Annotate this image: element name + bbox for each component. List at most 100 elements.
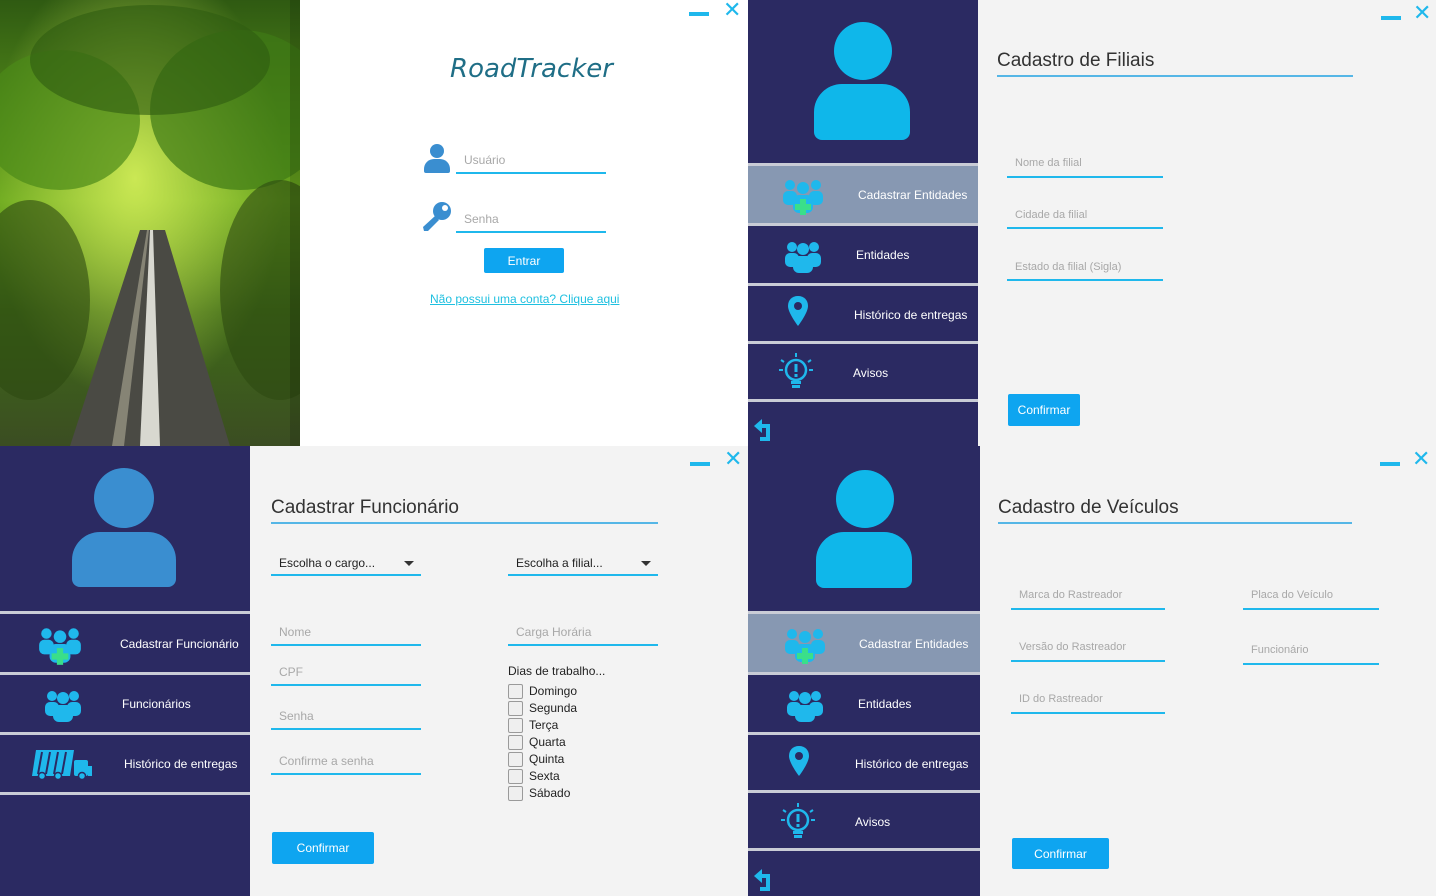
nav-label: Entidades xyxy=(858,697,912,711)
page-title: Cadastrar Funcionário xyxy=(271,497,459,518)
cpf-field[interactable]: CPF xyxy=(271,660,421,686)
funcionario-field[interactable]: Funcionário xyxy=(1243,637,1379,665)
placeholder: CPF xyxy=(279,665,303,679)
checkbox-quarta[interactable]: Quarta xyxy=(508,734,566,750)
nav-cadastrar-entidades[interactable]: Cadastrar Entidades xyxy=(748,611,980,675)
placeholder: Funcionário xyxy=(1251,644,1309,656)
funcionario-window: Cadastrar Funcionário Funcionários Histó… xyxy=(0,446,748,896)
checkbox-domingo[interactable]: Domingo xyxy=(508,683,577,699)
carga-horaria-field[interactable]: Carga Horária xyxy=(508,620,658,646)
minimize-button[interactable] xyxy=(1380,462,1400,466)
senha-field[interactable]: Senha xyxy=(271,704,421,730)
nome-filial-field[interactable]: Nome da filial xyxy=(1007,150,1163,178)
nav-label: Histórico de entregas xyxy=(855,757,969,771)
login-button[interactable]: Entrar xyxy=(484,248,564,273)
nav-label: Avisos xyxy=(855,815,891,829)
map-pin-icon xyxy=(789,746,809,780)
close-button[interactable]: ✕ xyxy=(723,0,741,22)
map-pin-icon xyxy=(788,296,808,330)
key-icon xyxy=(420,200,454,234)
filial-select[interactable]: Escolha a filial... xyxy=(508,552,658,576)
checkbox-segunda[interactable]: Segunda xyxy=(508,700,577,716)
nav-avisos[interactable]: Avisos xyxy=(748,344,978,402)
avatar xyxy=(72,468,176,587)
app-title: RoadTracker xyxy=(450,54,613,84)
nav-historico[interactable]: Histórico de entregas xyxy=(748,735,980,793)
lightbulb-icon xyxy=(778,352,814,396)
username-field[interactable]: Usuário xyxy=(456,146,606,174)
password-placeholder: Senha xyxy=(464,212,499,226)
cargo-select[interactable]: Escolha o cargo... xyxy=(271,552,421,576)
minimize-button[interactable] xyxy=(1381,16,1401,20)
placeholder: Marca do Rastreador xyxy=(1019,589,1123,601)
confirm-button[interactable]: Confirmar xyxy=(1008,394,1080,426)
chevron-down-icon xyxy=(641,561,651,566)
nav-label: Avisos xyxy=(853,366,889,380)
filiais-window: Cadastrar Entidades Entidades Histórico … xyxy=(748,0,1436,446)
marca-rastreador-field[interactable]: Marca do Rastreador xyxy=(1011,582,1165,610)
nav-funcionarios[interactable]: Funcionários xyxy=(0,675,250,735)
placeholder: ID do Rastreador xyxy=(1019,693,1103,705)
nav-cadastrar-funcionario[interactable]: Cadastrar Funcionário xyxy=(0,611,250,675)
minimize-button[interactable] xyxy=(689,12,709,16)
page-title: Cadastro de Filiais xyxy=(997,50,1155,71)
group-icon xyxy=(44,688,82,726)
confirm-button[interactable]: Confirmar xyxy=(1012,838,1109,869)
nav-label: Cadastrar Funcionário xyxy=(120,637,239,651)
checkbox-quinta[interactable]: Quinta xyxy=(508,751,564,767)
placeholder: Nome da filial xyxy=(1015,157,1082,169)
sidebar: Cadastrar Entidades Entidades Histórico … xyxy=(748,0,978,446)
add-group-icon xyxy=(36,624,84,670)
close-button[interactable]: ✕ xyxy=(1413,3,1431,25)
username-placeholder: Usuário xyxy=(464,153,506,167)
nome-field[interactable]: Nome xyxy=(271,620,421,646)
nav-label: Histórico de entregas xyxy=(854,308,968,322)
nav-cadastrar-entidades[interactable]: Cadastrar Entidades xyxy=(748,163,978,226)
back-icon[interactable] xyxy=(754,416,778,442)
nav-avisos[interactable]: Avisos xyxy=(748,793,980,851)
close-button[interactable]: ✕ xyxy=(1412,449,1430,471)
group-icon xyxy=(786,688,824,726)
estado-filial-field[interactable]: Estado da filial (Sigla) xyxy=(1007,253,1163,281)
placeholder: Nome xyxy=(279,625,312,639)
chevron-down-icon xyxy=(404,561,414,566)
login-window: ✕ RoadTracker Usuário Senha Entrar Não p… xyxy=(0,0,748,446)
nav-entidades[interactable]: Entidades xyxy=(748,675,980,735)
group-icon xyxy=(784,239,822,277)
sidebar: Cadastrar Funcionário Funcionários Histó… xyxy=(0,446,250,896)
confirme-senha-field[interactable]: Confirme a senha xyxy=(271,749,421,775)
signup-link[interactable]: Não possui uma conta? Clique aqui xyxy=(430,292,619,306)
checkbox-terca[interactable]: Terça xyxy=(508,717,558,733)
confirm-button[interactable]: Confirmar xyxy=(272,832,374,864)
add-group-icon xyxy=(780,176,826,220)
user-icon xyxy=(424,144,450,174)
truck-icon xyxy=(30,748,94,784)
nav-historico[interactable]: Histórico de entregas xyxy=(748,286,978,344)
placeholder: Versão do Rastreador xyxy=(1019,641,1127,653)
checkbox-sexta[interactable]: Sexta xyxy=(508,768,560,784)
page-title: Cadastro de Veículos xyxy=(998,497,1179,518)
select-value: Escolha o cargo... xyxy=(279,556,376,570)
minimize-button[interactable] xyxy=(690,462,710,466)
nav-label: Entidades xyxy=(856,248,910,262)
nav-entidades[interactable]: Entidades xyxy=(748,226,978,286)
placeholder: Cidade da filial xyxy=(1015,209,1088,221)
select-value: Escolha a filial... xyxy=(516,556,603,570)
placa-veiculo-field[interactable]: Placa do Veículo xyxy=(1243,582,1379,610)
nav-label: Histórico de entregas xyxy=(124,757,238,771)
close-button[interactable]: ✕ xyxy=(724,449,742,471)
cidade-filial-field[interactable]: Cidade da filial xyxy=(1007,201,1163,229)
placeholder: Carga Horária xyxy=(516,625,592,639)
dias-label: Dias de trabalho... xyxy=(508,664,606,678)
avatar xyxy=(816,470,912,588)
nav-historico[interactable]: Histórico de entregas xyxy=(0,735,250,795)
back-icon[interactable] xyxy=(754,866,778,892)
checkbox-sabado[interactable]: Sábado xyxy=(508,785,570,801)
nav-label: Cadastrar Entidades xyxy=(858,188,968,202)
veiculos-window: Cadastrar Entidades Entidades Histórico … xyxy=(748,446,1436,896)
id-rastreador-field[interactable]: ID do Rastreador xyxy=(1011,686,1165,714)
versao-rastreador-field[interactable]: Versão do Rastreador xyxy=(1011,634,1165,662)
password-field[interactable]: Senha xyxy=(456,205,606,233)
sidebar: Cadastrar Entidades Entidades Histórico … xyxy=(748,446,980,896)
add-group-icon xyxy=(782,625,828,669)
